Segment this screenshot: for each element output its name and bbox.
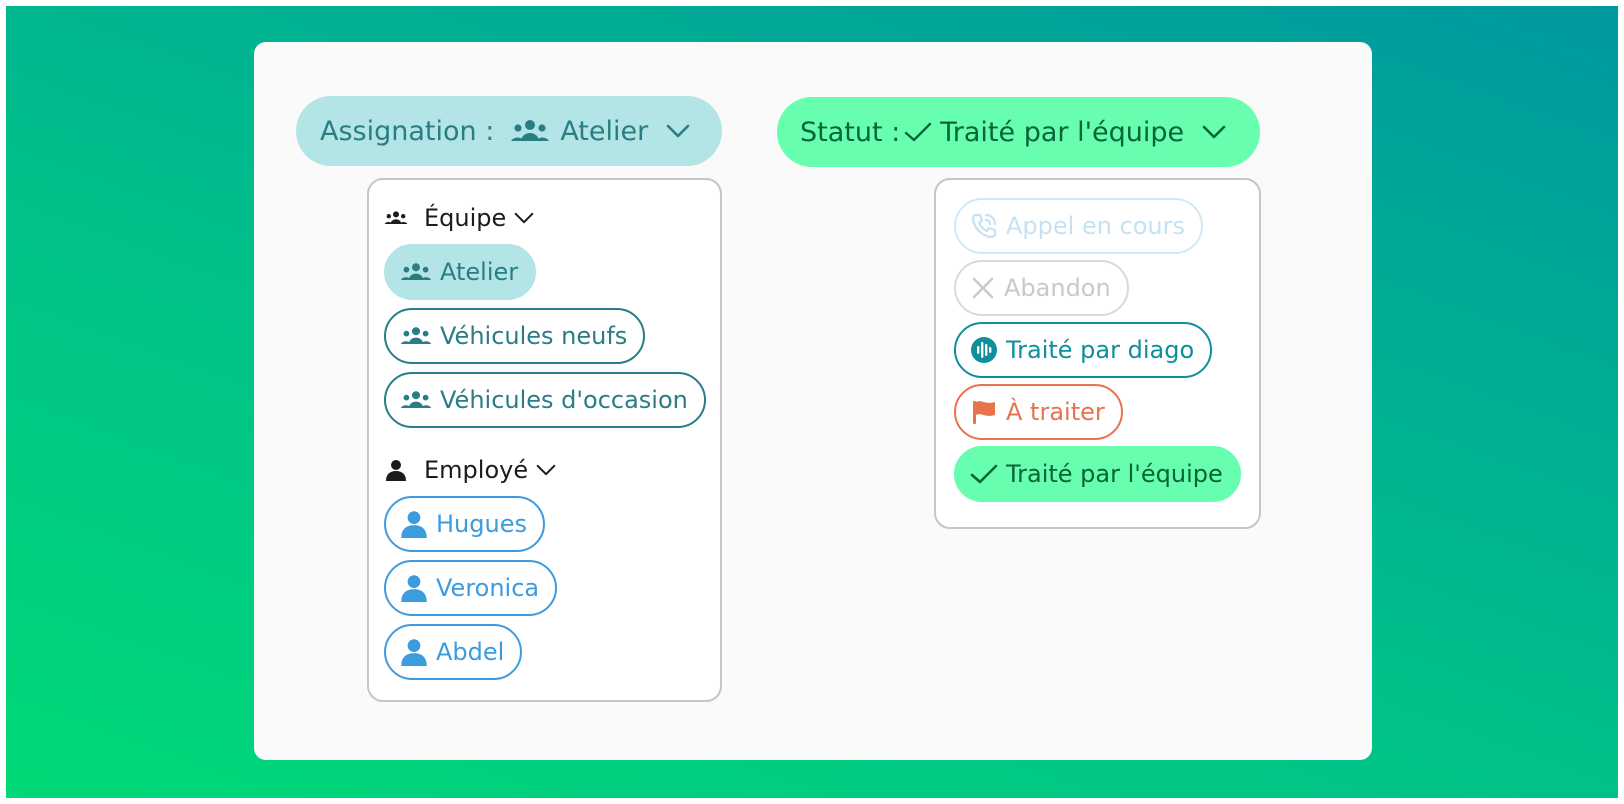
chip-label: Traité par l'équipe	[1006, 460, 1223, 488]
chevron-down-icon	[666, 124, 690, 138]
employee-group-title: Employé	[424, 456, 529, 484]
team-chip-vehicules-occasion[interactable]: Véhicules d'occasion	[384, 372, 706, 428]
team-icon	[400, 326, 432, 346]
chevron-down-icon	[536, 464, 556, 476]
status-chip-a-traiter[interactable]: À traiter	[954, 384, 1123, 440]
chip-label: Atelier	[440, 258, 519, 286]
chip-label: Hugues	[436, 510, 527, 538]
chip-label: À traiter	[1006, 398, 1105, 426]
assignment-selected-value: Atelier	[560, 115, 649, 147]
team-icon	[510, 119, 550, 143]
chip-label: Abdel	[436, 638, 505, 666]
chip-label: Abandon	[1004, 274, 1111, 302]
check-icon	[970, 462, 998, 486]
team-icon	[400, 262, 432, 282]
employee-chip-abdel[interactable]: Abdel	[384, 624, 523, 680]
chip-label: Véhicules d'occasion	[440, 386, 688, 414]
chip-label: Appel en cours	[1006, 212, 1186, 240]
chip-label: Traité par diago	[1006, 336, 1195, 364]
team-chip-atelier[interactable]: Atelier	[384, 244, 537, 300]
phone-call-icon	[970, 212, 998, 240]
audio-wave-icon	[970, 336, 998, 364]
check-icon	[904, 121, 932, 143]
team-group-title: Équipe	[424, 204, 507, 232]
team-icon	[400, 390, 432, 410]
assignment-label: Assignation :	[320, 115, 495, 147]
filter-card: Assignation : Atelier Statut : Traité pa…	[254, 42, 1372, 760]
team-icon	[384, 210, 408, 226]
close-icon	[970, 275, 996, 301]
person-icon	[400, 510, 428, 538]
team-group-toggle[interactable]: Équipe	[384, 204, 534, 232]
flag-icon	[970, 398, 998, 426]
team-chip-vehicules-neufs[interactable]: Véhicules neufs	[384, 308, 646, 364]
status-chip-traite-par-diago[interactable]: Traité par diago	[954, 322, 1213, 378]
person-icon	[400, 638, 428, 666]
status-label: Statut :	[800, 116, 901, 148]
person-icon	[386, 459, 406, 481]
chip-label: Véhicules neufs	[440, 322, 628, 350]
status-chip-traite-par-equipe[interactable]: Traité par l'équipe	[954, 446, 1241, 502]
chip-label: Veronica	[436, 574, 540, 602]
person-icon	[400, 574, 428, 602]
employee-group-toggle[interactable]: Employé	[384, 456, 556, 484]
chevron-down-icon	[514, 212, 534, 224]
status-chip-abandon[interactable]: Abandon	[954, 260, 1129, 316]
employee-chip-hugues[interactable]: Hugues	[384, 496, 545, 552]
assignment-options-panel: Équipe Atelier Véhicules neufs Véhicules…	[367, 178, 722, 702]
status-dropdown[interactable]: Statut : Traité par l'équipe	[777, 97, 1260, 167]
chevron-down-icon	[1202, 125, 1226, 139]
status-selected-value: Traité par l'équipe	[940, 116, 1185, 148]
assignment-dropdown[interactable]: Assignation : Atelier	[296, 96, 722, 166]
status-chip-appel-en-cours[interactable]: Appel en cours	[954, 198, 1204, 254]
employee-chip-veronica[interactable]: Veronica	[384, 560, 558, 616]
status-options-panel: Appel en cours Abandon Traité par diago	[934, 178, 1261, 529]
